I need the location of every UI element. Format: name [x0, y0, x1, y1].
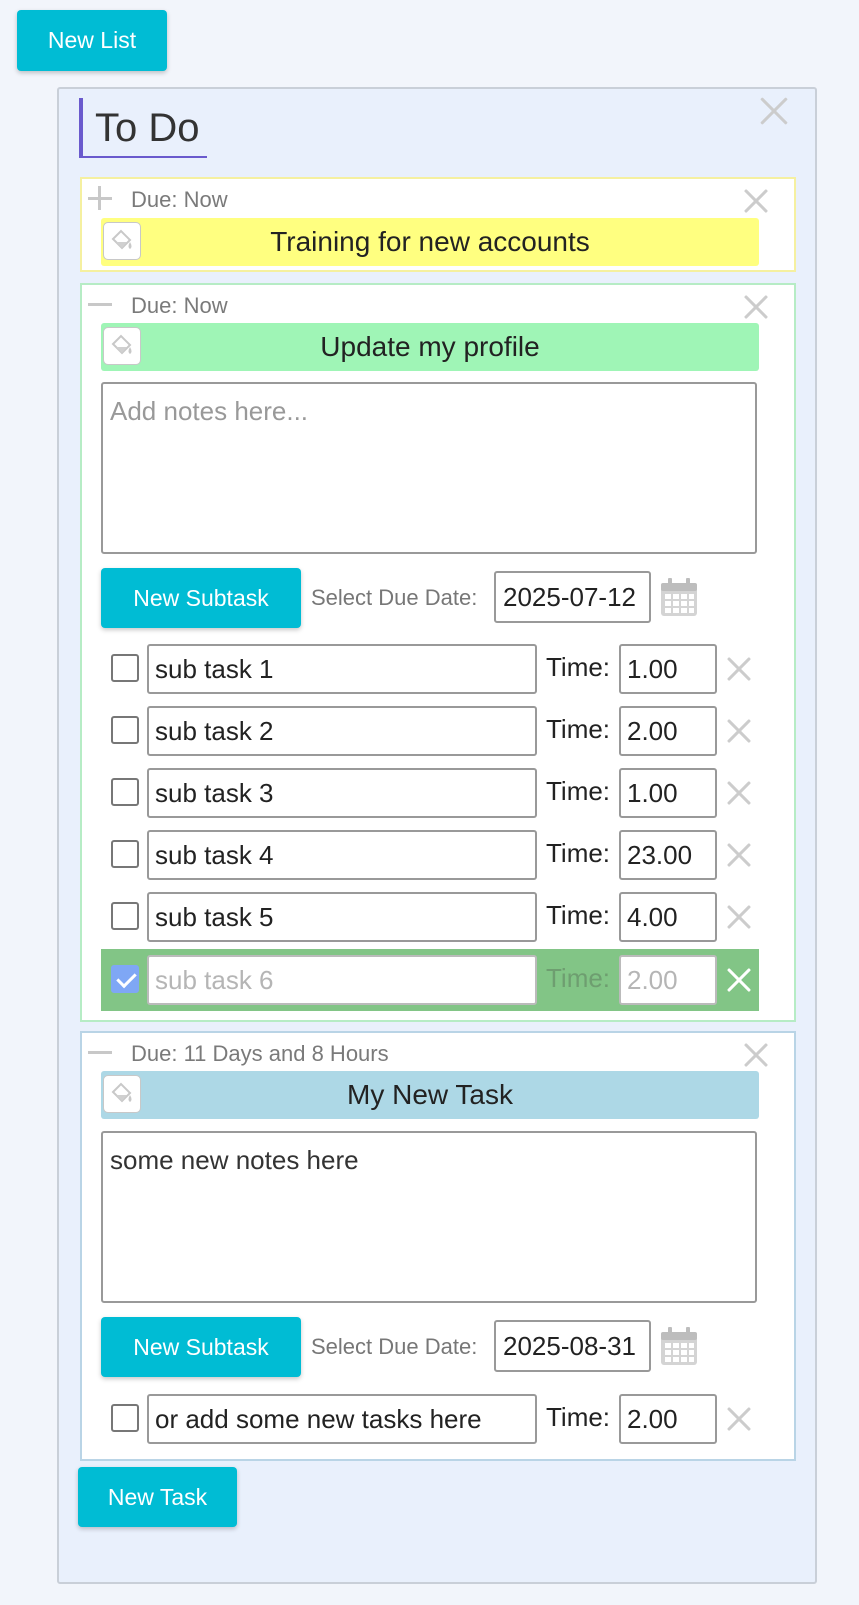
time-label: Time: — [546, 838, 611, 868]
subtask-row: Time: — [101, 700, 759, 762]
subtask-checkbox-checked[interactable] — [111, 965, 139, 993]
delete-task-icon[interactable] — [741, 292, 771, 322]
task-due: Due: 11 Days and 8 Hours — [131, 1041, 389, 1066]
delete-subtask-icon[interactable] — [724, 965, 754, 995]
calendar-icon[interactable] — [658, 577, 700, 619]
expand-plus-icon[interactable] — [88, 186, 112, 210]
subtask-row: Time: — [101, 824, 759, 886]
subtask-checkbox[interactable] — [111, 716, 139, 744]
new-subtask-button[interactable]: New Subtask — [101, 1317, 301, 1377]
subtask-name-input[interactable] — [147, 892, 537, 942]
subtask-checkbox[interactable] — [111, 902, 139, 930]
delete-subtask-icon[interactable] — [724, 1404, 754, 1434]
list-title-container: To Do — [79, 98, 207, 158]
delete-task-icon[interactable] — [741, 1040, 771, 1070]
notes-textarea[interactable] — [101, 382, 757, 554]
subtask-time-input[interactable] — [619, 706, 717, 756]
close-list-icon[interactable] — [759, 96, 789, 126]
task-title: Training for new accounts — [270, 226, 590, 257]
time-label: Time: — [546, 900, 611, 930]
task-title-bar[interactable]: Training for new accounts — [101, 218, 759, 266]
task-title-bar[interactable]: Update my profile — [101, 323, 759, 371]
subtask-checkbox[interactable] — [111, 778, 139, 806]
delete-subtask-icon[interactable] — [724, 902, 754, 932]
subtask-time-input[interactable] — [619, 955, 717, 1005]
subtask-checkbox[interactable] — [111, 840, 139, 868]
time-label: Time: — [546, 714, 611, 744]
task-due: Due: Now — [131, 187, 228, 212]
subtask-name-input[interactable] — [147, 644, 537, 694]
subtask-checkbox[interactable] — [111, 1404, 139, 1432]
subtask-row: Time: — [101, 638, 759, 700]
subtask-time-input[interactable] — [619, 768, 717, 818]
notes-textarea[interactable]: some new notes here — [101, 1131, 757, 1303]
task-title: My New Task — [347, 1079, 513, 1110]
time-label: Time: — [546, 963, 611, 993]
due-date-input[interactable] — [494, 571, 651, 623]
collapse-minus-icon[interactable] — [88, 1040, 112, 1064]
list-title[interactable]: To Do — [95, 104, 200, 152]
due-date-input[interactable] — [494, 1320, 651, 1372]
new-list-button[interactable]: New List — [17, 10, 167, 71]
subtask-time-input[interactable] — [619, 830, 717, 880]
new-subtask-button[interactable]: New Subtask — [101, 568, 301, 628]
subtask-name-input[interactable] — [147, 955, 537, 1005]
task-title: Update my profile — [320, 331, 540, 362]
delete-subtask-icon[interactable] — [724, 778, 754, 808]
collapse-minus-icon[interactable] — [88, 292, 112, 316]
subtask-time-input[interactable] — [619, 644, 717, 694]
task-card: Due: Now Training for new accounts — [80, 177, 796, 272]
subtask-name-input[interactable] — [147, 706, 537, 756]
new-task-button[interactable]: New Task — [78, 1467, 237, 1527]
time-label: Time: — [546, 776, 611, 806]
task-card: Due: 11 Days and 8 Hours My New Task som… — [80, 1031, 796, 1461]
calendar-icon[interactable] — [658, 1326, 700, 1368]
time-label: Time: — [546, 652, 611, 682]
subtask-name-input[interactable] — [147, 830, 537, 880]
delete-subtask-icon[interactable] — [724, 840, 754, 870]
delete-subtask-icon[interactable] — [724, 716, 754, 746]
subtask-row-completed: Time: — [101, 949, 759, 1011]
due-date-label: Select Due Date: — [311, 1334, 478, 1359]
subtask-time-input[interactable] — [619, 1394, 717, 1444]
delete-subtask-icon[interactable] — [724, 654, 754, 684]
time-label: Time: — [546, 1402, 611, 1432]
paint-bucket-icon[interactable] — [103, 1075, 141, 1113]
subtask-checkbox[interactable] — [111, 654, 139, 682]
paint-bucket-icon[interactable] — [103, 327, 141, 365]
subtask-row: Time: — [101, 1388, 759, 1450]
subtask-row: Time: — [101, 886, 759, 948]
subtask-name-input[interactable] — [147, 768, 537, 818]
task-card: Due: Now Update my profile New Subtask S… — [80, 283, 796, 1022]
task-title-bar[interactable]: My New Task — [101, 1071, 759, 1119]
todo-list: To Do Due: Now Training for new accounts… — [57, 87, 817, 1584]
subtask-row: Time: — [101, 762, 759, 824]
delete-task-icon[interactable] — [741, 186, 771, 216]
paint-bucket-icon[interactable] — [103, 222, 141, 260]
task-due: Due: Now — [131, 293, 228, 318]
subtask-name-input[interactable] — [147, 1394, 537, 1444]
subtask-time-input[interactable] — [619, 892, 717, 942]
due-date-label: Select Due Date: — [311, 585, 478, 610]
